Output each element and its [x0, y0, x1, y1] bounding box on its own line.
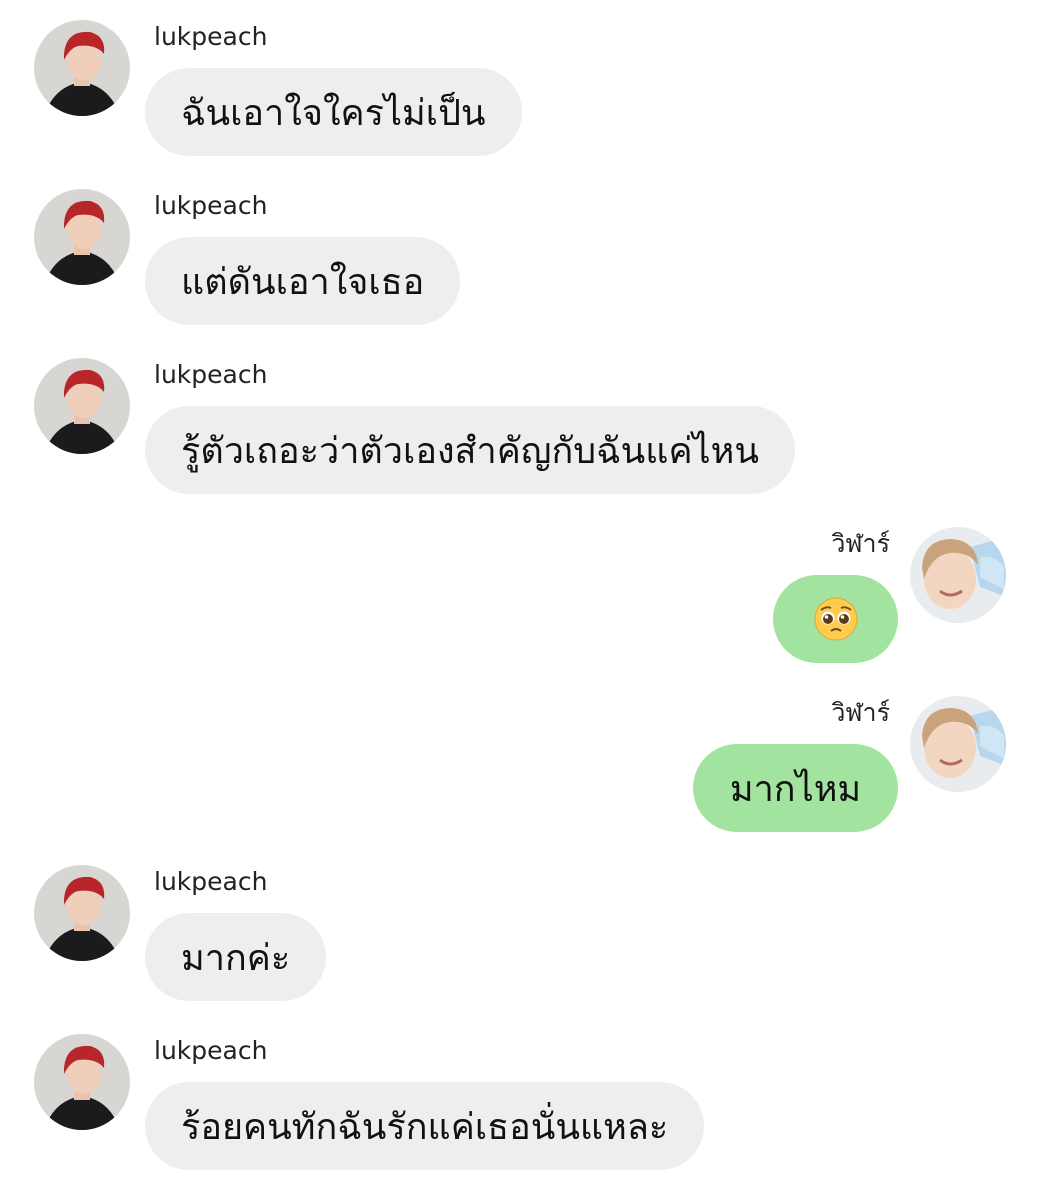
pleading-face-emoji	[812, 595, 860, 643]
avatar-image	[34, 1034, 130, 1130]
message-row: lukpeach ร้อยคนทักฉันรักแค่เธอนั่นแหละ	[0, 1014, 1043, 1183]
avatar-lukpeach[interactable]	[34, 20, 130, 116]
message-bubble[interactable]: มากไหม	[693, 744, 898, 832]
sender-name: วิฬาร์	[831, 529, 890, 558]
avatar-image	[910, 527, 1006, 623]
avatar-self[interactable]	[910, 696, 1006, 792]
message-text: รู้ตัวเถอะว่าตัวเองสำคัญกับฉันแค่ไหน	[181, 430, 759, 472]
sender-name: lukpeach	[154, 360, 268, 389]
avatar-image	[34, 20, 130, 116]
message-row: lukpeach แต่ดันเอาใจเธอ	[0, 169, 1043, 338]
message-row: lukpeach ฉันเอาใจใครไม่เป็น	[0, 0, 1043, 169]
message-bubble[interactable]: รู้ตัวเถอะว่าตัวเองสำคัญกับฉันแค่ไหน	[145, 406, 795, 494]
chat-thread: lukpeach ฉันเอาใจใครไม่เป็น lukpeach แต่…	[0, 0, 1043, 1200]
message-bubble[interactable]	[773, 575, 898, 663]
message-text: แต่ดันเอาใจเธอ	[181, 261, 425, 303]
sender-name: lukpeach	[154, 22, 268, 51]
avatar-image	[910, 696, 1006, 792]
message-bubble[interactable]: ร้อยคนทักฉันรักแค่เธอนั่นแหละ	[145, 1082, 705, 1170]
message-bubble[interactable]: ฉันเอาใจใครไม่เป็น	[145, 68, 522, 156]
message-text: ฉันเอาใจใครไม่เป็น	[181, 92, 486, 134]
message-text: ร้อยคนทักฉันรักแค่เธอนั่นแหละ	[181, 1106, 669, 1148]
message-row: lukpeach รู้ตัวเถอะว่าตัวเองสำคัญกับฉันแ…	[0, 338, 1043, 507]
avatar-image	[34, 189, 130, 285]
avatar-lukpeach[interactable]	[34, 358, 130, 454]
avatar-image	[34, 358, 130, 454]
message-row: lukpeach มากค่ะ	[0, 845, 1043, 1014]
avatar-image	[34, 865, 130, 961]
message-row: วิฬาร์	[0, 507, 1043, 676]
avatar-self[interactable]	[910, 527, 1006, 623]
message-bubble[interactable]: มากค่ะ	[145, 913, 327, 1001]
avatar-lukpeach[interactable]	[34, 865, 130, 961]
sender-name: lukpeach	[154, 191, 268, 220]
sender-name: lukpeach	[154, 1036, 268, 1065]
message-row: วิฬาร์ มากไหม	[0, 676, 1043, 845]
message-text: มากค่ะ	[181, 937, 291, 979]
sender-name: วิฬาร์	[831, 698, 890, 727]
message-text: มากไหม	[729, 768, 862, 810]
message-bubble[interactable]: แต่ดันเอาใจเธอ	[145, 237, 461, 325]
avatar-lukpeach[interactable]	[34, 1034, 130, 1130]
sender-name: lukpeach	[154, 867, 268, 896]
avatar-lukpeach[interactable]	[34, 189, 130, 285]
